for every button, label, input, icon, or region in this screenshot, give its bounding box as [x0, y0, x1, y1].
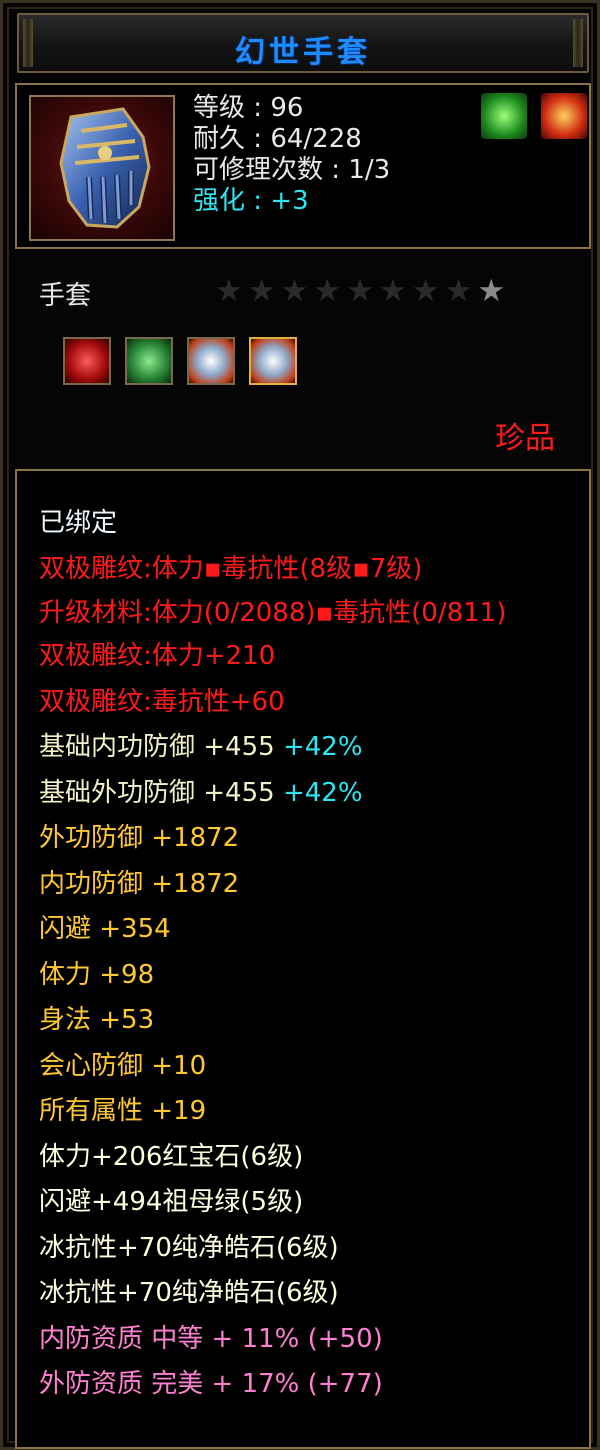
attribute-line: 闪避 +354 — [39, 914, 171, 944]
level-label: 等级 — [193, 93, 246, 123]
attribute-line: 会心防御 +10 — [39, 1050, 207, 1081]
gem-attribute-line: 体力+206红宝石(6级) — [39, 1141, 304, 1172]
enhance-separator: : — [245, 186, 271, 216]
attribute-line: 体力 +98 — [39, 959, 155, 990]
star-icon: ★ — [313, 273, 347, 309]
durability-row: 耐久 : 64/228 — [193, 124, 390, 155]
red-gem-icon[interactable] — [63, 337, 111, 385]
attributes-panel: 已绑定 双极雕纹:体力▪毒抗性(8级▪7级) 升级材料:体力(0/2088)▪毒… — [15, 469, 591, 1449]
white-gem-icon[interactable] — [187, 337, 235, 385]
green-feather-buff-icon[interactable] — [481, 93, 527, 139]
item-header-panel: 等级 : 96 耐久 : 64/228 可修理次数 : 1/3 强化 : +3 — [15, 83, 591, 249]
durability-label: 耐久 — [193, 124, 246, 154]
quality-line: 内防资质 中等 + 11% (+50) — [39, 1323, 383, 1354]
durability-value: 64/228 — [270, 124, 362, 154]
attribute-bonus: +42% — [282, 777, 363, 808]
attribute-line: 基础外功防御 +455 +42% — [39, 771, 579, 817]
attribute-list: 已绑定 双极雕纹:体力▪毒抗性(8级▪7级) 升级材料:体力(0/2088)▪毒… — [39, 501, 579, 1408]
star-icon: ★ — [247, 273, 281, 309]
attribute-line: 升级材料:体力(0/2088)▪毒抗性(0/811) — [39, 598, 507, 628]
gem-attribute-line: 冰抗性+70纯净皓石(6级) — [39, 1232, 339, 1263]
gauntlet-icon — [59, 107, 151, 229]
attribute-line: 双极雕纹:体力+210 — [39, 641, 276, 671]
level-value: 96 — [270, 93, 304, 123]
enhance-value: +3 — [270, 186, 309, 216]
star-icon: ★ — [477, 273, 511, 309]
repair-count-separator: : — [323, 155, 349, 185]
white-gem-icon[interactable] — [249, 337, 297, 385]
durability-separator: : — [245, 124, 271, 154]
star-icon: ★ — [280, 273, 314, 309]
attribute-line: 内功防御 +1872 — [39, 868, 240, 899]
star-rating: ★★★★★★★★★ — [215, 273, 510, 309]
enhance-label: 强化 — [193, 186, 246, 216]
repair-count-value: 1/3 — [348, 155, 391, 185]
attribute-line: 外功防御 +1872 — [39, 823, 240, 853]
attribute-text: 基础内功防御 +455 — [39, 732, 275, 762]
star-icon: ★ — [378, 273, 412, 309]
quality-line: 外防资质 完美 + 17% (+77) — [39, 1369, 383, 1399]
item-type: 手套 — [39, 281, 92, 311]
title-bar: 幻世手套 — [17, 13, 589, 73]
enhance-row: 强化 : +3 — [193, 186, 390, 217]
gauntlet-item-icon — [29, 95, 175, 241]
repair-count-label: 可修理次数 — [193, 155, 324, 185]
repair-count-row: 可修理次数 : 1/3 — [193, 155, 390, 186]
level-row: 等级 : 96 — [193, 93, 390, 124]
star-icon: ★ — [411, 273, 445, 309]
star-icon: ★ — [215, 273, 248, 309]
red-flame-buff-icon[interactable] — [541, 93, 587, 139]
gem-attribute-line: 冰抗性+70纯净皓石(6级) — [39, 1278, 339, 1308]
item-tooltip-window: 幻世手套 等级 : 96 耐久: 64/228 可修理次数: 1/3 强化 … — [0, 0, 600, 1450]
gem-attribute-line: 闪避+494祖母绿(5级) — [39, 1187, 304, 1217]
item-title: 幻世手套 — [235, 35, 371, 70]
attribute-line: 基础内功防御 +455 +42% — [39, 725, 579, 771]
item-stats-summary: 等级 : 96 耐久 : 64/228 可修理次数 : 1/3 强化 : +3 — [193, 93, 390, 217]
level-separator: : — [245, 93, 271, 123]
attribute-line: 双极雕纹:体力▪毒抗性(8级▪7级) — [39, 553, 423, 584]
attribute-line: 所有属性 +19 — [39, 1096, 207, 1126]
star-icon: ★ — [346, 273, 379, 309]
attribute-line: 身法 +53 — [39, 1005, 155, 1035]
attribute-line: 双极雕纹:毒抗性+60 — [39, 686, 285, 717]
bound-status: 已绑定 — [39, 508, 118, 538]
attribute-text: 基础外功防御 +455 — [39, 777, 275, 808]
green-gem-icon[interactable] — [125, 337, 173, 385]
rarity-label: 珍品 — [495, 421, 555, 456]
star-icon: ★ — [444, 273, 478, 309]
attribute-bonus: +42% — [282, 732, 363, 762]
